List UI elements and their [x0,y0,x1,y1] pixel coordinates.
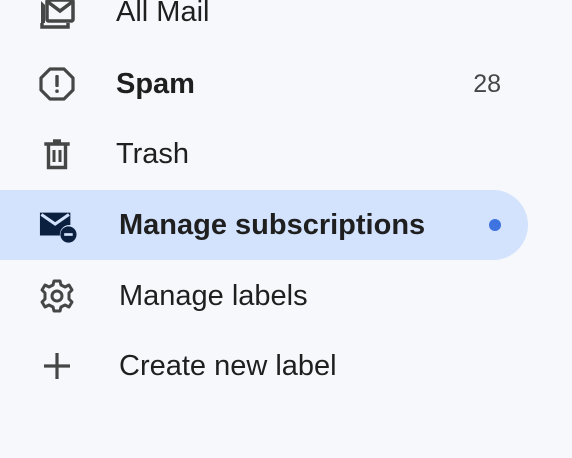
all-mail-icon [38,0,76,34]
spam-icon [38,65,76,103]
unread-dot-indicator [489,219,501,231]
sidebar-item-label: Manage labels [119,280,308,312]
sidebar-item-manage-subscriptions[interactable]: Manage subscriptions [0,190,528,260]
sidebar-item-spam[interactable]: Spam 28 [0,49,528,119]
sidebar-item-label: Spam [116,68,195,100]
sidebar-item-trash[interactable]: Trash [0,119,528,189]
sidebar-item-label: Trash [116,138,190,170]
trash-icon [38,135,76,173]
gear-icon [38,277,76,315]
sidebar-item-create-label[interactable]: Create new label [0,331,528,401]
sidebar-item-label: Manage subscriptions [119,209,426,241]
sidebar-item-manage-labels[interactable]: Manage labels [0,261,528,331]
sidebar-item-label: Create new label [119,350,337,382]
plus-icon [38,347,76,385]
sidebar-nav: All Mail Spam 28 Trash Manage subscripti… [0,0,572,458]
unread-count-badge: 28 [473,70,501,98]
sidebar-item-all-mail[interactable]: All Mail [0,0,528,47]
manage-subscriptions-icon [39,206,77,244]
sidebar-item-label: All Mail [116,0,210,28]
